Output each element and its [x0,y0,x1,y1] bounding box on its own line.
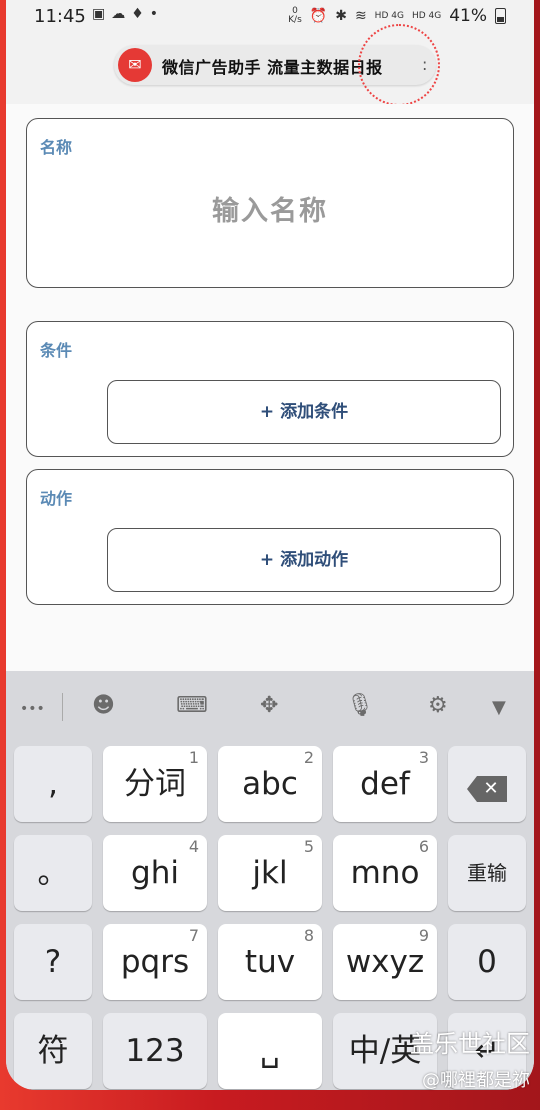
bluetooth-icon: ✱ [335,8,347,24]
watermark-author: @哪裡都是祢 [422,1070,530,1091]
key-tuv[interactable]: tuv 8 [218,924,322,1000]
key-space[interactable]: ␣ [218,1013,322,1089]
network-1: HD 4G [374,10,404,21]
status-time: 11:45 [34,6,86,27]
key-number: 9 [418,926,429,945]
name-input[interactable]: 输入名称 [27,189,513,228]
watermark-title: 盖乐世社区 [410,1030,530,1058]
key-label: mno [350,855,420,891]
name-card: 名称 输入名称 [26,118,514,288]
condition-label: 条件 [40,341,73,360]
notification-icons: ▣☁♦• [92,6,164,22]
key-question[interactable]: ? [14,924,92,1000]
dot-icon: • [149,6,165,22]
wechat-icon: ✉ [118,48,152,82]
key-label: jkl [252,855,288,891]
name-label: 名称 [40,138,73,157]
cursor-move-icon[interactable]: ✥ [260,693,278,718]
key-fenci[interactable]: 分词 1 [103,746,207,822]
key-mno[interactable]: mno 6 [333,835,437,911]
image-icon: ▣ [92,6,112,22]
key-delete[interactable]: ✕ [448,746,526,822]
action-label: 动作 [40,489,73,508]
key-label: def [360,766,410,802]
add-condition-button[interactable]: + 添加条件 [107,380,501,444]
key-abc[interactable]: abc 2 [218,746,322,822]
settings-icon[interactable]: ⚙ [428,693,448,718]
key-123[interactable]: 123 [103,1013,207,1089]
status-right: 0 K/s ⏰ ✱ ≋ HD 4G HD 4G 41% [288,6,506,26]
key-number: 6 [418,837,429,856]
key-jkl[interactable]: jkl 5 [218,835,322,911]
key-label: abc [242,766,298,802]
battery-percent: 41% [449,6,487,26]
microphone-icon[interactable]: 🎙 [346,693,374,718]
key-label: pqrs [120,944,190,980]
collapse-icon[interactable]: ▼ [492,697,506,718]
phone-screen: 11:45 ▣☁♦• 0 K/s ⏰ ✱ ≋ HD 4G HD 4G 41% ✉ … [6,0,534,1090]
pill-text: 微信广告助手 流量主数据日报 [162,58,383,77]
wifi-icon: ≋ [354,8,367,24]
key-period[interactable]: 。 [14,835,92,911]
key-zero[interactable]: 0 [448,924,526,1000]
battery-icon [495,8,506,24]
network-2: HD 4G [411,10,442,21]
key-symbols[interactable]: 符 [14,1013,92,1089]
key-comma[interactable]: , [14,746,92,822]
pill-suffix: : [422,55,428,74]
more-icon[interactable]: ••• [20,701,45,717]
key-number: 5 [303,837,314,856]
net-speed-unit: K/s [288,15,302,25]
add-action-button[interactable]: + 添加动作 [107,528,501,592]
key-label: 分词 [124,766,186,802]
key-ghi[interactable]: ghi 4 [103,835,207,911]
net-speed: 0 K/s [288,7,302,25]
bulb-icon: ♦ [131,6,150,22]
condition-card: 条件 + 添加条件 [26,321,514,457]
keyboard-icon[interactable]: ⌨ [176,693,208,718]
key-label: ghi [131,855,179,891]
rule-editor: 名称 输入名称 条件 + 添加条件 动作 + 添加动作 [6,104,534,672]
status-bar: 11:45 ▣☁♦• 0 K/s ⏰ ✱ ≋ HD 4G HD 4G 41% [6,0,534,32]
key-number: 1 [188,748,199,767]
key-pqrs[interactable]: pqrs 7 [103,924,207,1000]
touch-indicator [358,24,440,106]
key-number: 4 [188,837,199,856]
key-reinput[interactable]: 重输 [448,835,526,911]
toolbar-divider [62,693,63,721]
key-label: wxyz [345,944,425,980]
key-number: 8 [303,926,314,945]
key-number: 2 [303,748,314,767]
alarm-icon: ⏰ [309,8,328,24]
wechat-icon: ☁ [111,6,132,22]
key-wxyz[interactable]: wxyz 9 [333,924,437,1000]
keyboard-toolbar: ••• ☻ ⌨ ✥ 🎙 ⚙ ▼ [6,671,534,741]
action-card: 动作 + 添加动作 [26,469,514,605]
backspace-icon: ✕ [467,776,507,802]
key-number: 3 [418,748,429,767]
emoji-icon[interactable]: ☻ [92,693,115,718]
key-def[interactable]: def 3 [333,746,437,822]
key-number: 7 [188,926,199,945]
key-label: tuv [244,944,296,980]
